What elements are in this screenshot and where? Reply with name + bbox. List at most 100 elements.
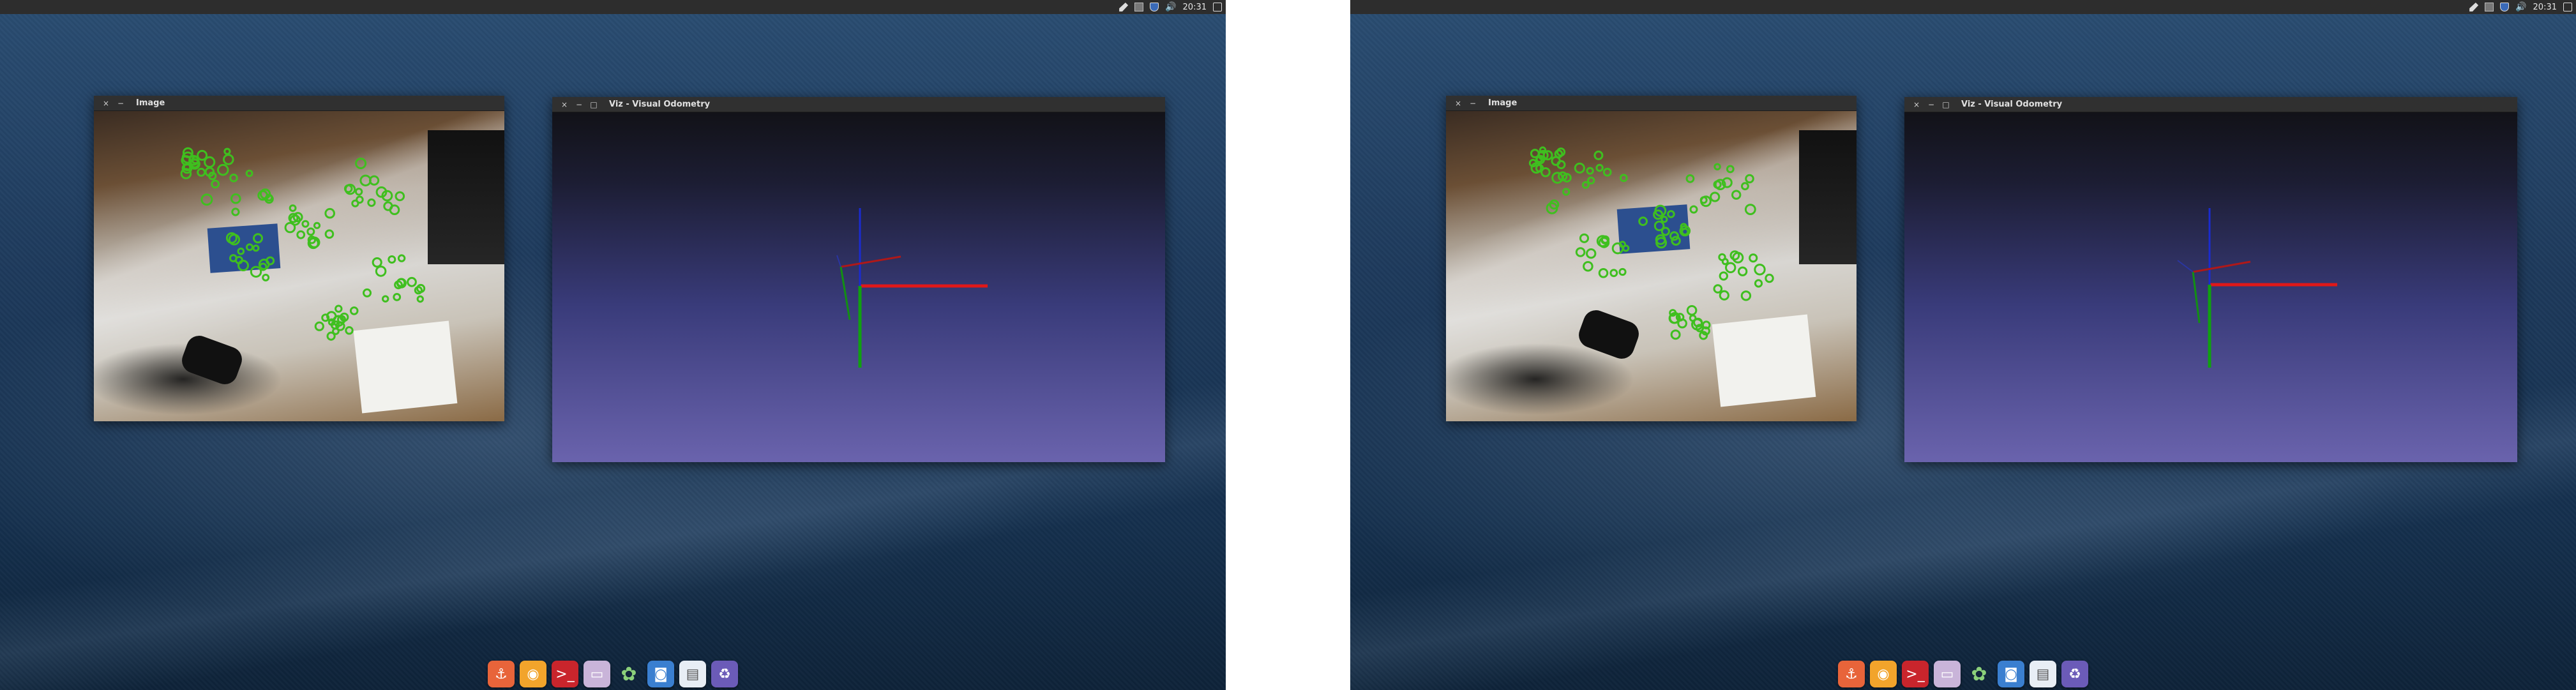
- anchor-icon[interactable]: ⚓: [1838, 661, 1865, 687]
- window-manager-icon[interactable]: ▤: [679, 661, 706, 687]
- camera-icon[interactable]: ◙: [1998, 661, 2024, 687]
- volume-icon[interactable]: 🔊: [2515, 2, 2526, 12]
- anchor-icon[interactable]: ⚓: [488, 661, 515, 687]
- feature-point: [252, 244, 260, 252]
- feature-point: [1719, 271, 1728, 281]
- feature-point: [1718, 253, 1726, 262]
- feature-point: [407, 276, 417, 287]
- feature-point: [1745, 174, 1754, 184]
- clock[interactable]: 20:31: [1183, 3, 1207, 12]
- camera-icon[interactable]: ◙: [647, 661, 674, 687]
- close-button[interactable]: ×: [560, 100, 569, 109]
- camera-frame: [1446, 111, 1857, 421]
- feature-point: [393, 293, 402, 301]
- minimize-button[interactable]: −: [116, 99, 125, 108]
- feature-point: [296, 230, 306, 239]
- minimize-button[interactable]: −: [575, 100, 584, 109]
- feature-point: [246, 243, 253, 251]
- feature-point: [314, 321, 324, 331]
- feature-point: [1671, 236, 1681, 246]
- volume-icon[interactable]: 🔊: [1165, 2, 1176, 12]
- power-icon[interactable]: [1213, 3, 1222, 11]
- image-window-titlebar[interactable]: × − Image: [1446, 96, 1857, 111]
- viz-3d-view[interactable]: [552, 112, 1165, 462]
- feature-point: [1689, 205, 1698, 214]
- feature-point: [230, 193, 241, 204]
- feature-point: [262, 273, 270, 281]
- feature-point: [1710, 191, 1721, 202]
- feature-point: [1731, 190, 1742, 200]
- feature-point: [217, 163, 229, 176]
- feature-point: [1725, 262, 1736, 274]
- files-folder-icon[interactable]: ▭: [1934, 661, 1961, 687]
- feature-point: [313, 221, 321, 229]
- feature-point: [1540, 167, 1551, 177]
- firefox-icon[interactable]: ◉: [520, 661, 546, 687]
- shield-icon[interactable]: [2500, 3, 2510, 11]
- image-window[interactable]: × − Image: [94, 96, 504, 421]
- feature-point: [1638, 216, 1648, 227]
- system-settings-icon[interactable]: ✿: [615, 661, 642, 687]
- feature-point: [1598, 268, 1609, 278]
- maximize-button[interactable]: □: [1941, 100, 1950, 109]
- trash-icon[interactable]: ♻: [2061, 661, 2088, 687]
- feature-point: [349, 306, 359, 315]
- close-button[interactable]: ×: [1912, 100, 1921, 109]
- window-manager-icon[interactable]: ▤: [2030, 661, 2056, 687]
- feature-point: [355, 158, 367, 169]
- feature-point: [321, 313, 330, 322]
- pen-icon[interactable]: [2469, 3, 2479, 11]
- feature-point: [1754, 264, 1766, 276]
- feature-point: [354, 188, 363, 196]
- clock[interactable]: 20:31: [2533, 3, 2557, 12]
- close-button[interactable]: ×: [1454, 99, 1463, 108]
- system-tray: 🔊 20:31: [1119, 0, 1222, 14]
- system-settings-icon[interactable]: ✿: [1966, 661, 1992, 687]
- image-window[interactable]: × − Image: [1446, 96, 1857, 421]
- feature-point: [1611, 242, 1624, 255]
- feature-point: [1609, 269, 1618, 278]
- keyboard-icon[interactable]: [1134, 3, 1144, 11]
- feature-point: [301, 220, 310, 228]
- terminal-icon[interactable]: >_: [552, 661, 578, 687]
- shield-icon[interactable]: [1150, 3, 1159, 11]
- feature-point: [1737, 266, 1748, 276]
- dock: ⚓ ◉ >_ ▭ ✿ ◙ ▤ ♻: [1833, 658, 2093, 690]
- feature-point: [1595, 163, 1604, 172]
- feature-point: [395, 191, 405, 202]
- minimize-button[interactable]: −: [1927, 100, 1936, 109]
- feature-point: [200, 193, 213, 206]
- feature-point: [1618, 241, 1626, 248]
- feature-point: [1661, 216, 1668, 223]
- minimize-button[interactable]: −: [1468, 99, 1477, 108]
- viz-window-titlebar[interactable]: × − □ Viz - Visual Odometry: [552, 97, 1165, 112]
- trash-icon[interactable]: ♻: [711, 661, 738, 687]
- viz-window[interactable]: × − □ Viz - Visual Odometry: [1904, 97, 2517, 462]
- feature-point: [1686, 305, 1698, 316]
- feature-point: [245, 169, 253, 177]
- camera-axis-z: [836, 255, 841, 267]
- feature-point: [211, 179, 220, 189]
- image-window-titlebar[interactable]: × − Image: [94, 96, 504, 111]
- feature-point: [231, 207, 240, 216]
- maximize-button[interactable]: □: [589, 100, 598, 109]
- camera-axis-x: [2192, 260, 2251, 273]
- terminal-icon[interactable]: >_: [1902, 661, 1929, 687]
- firefox-icon[interactable]: ◉: [1870, 661, 1897, 687]
- files-folder-icon[interactable]: ▭: [584, 661, 610, 687]
- viz-window-titlebar[interactable]: × − □ Viz - Visual Odometry: [1904, 97, 2517, 112]
- feature-points: [1528, 146, 1774, 340]
- feature-point: [1685, 174, 1695, 183]
- keyboard-icon[interactable]: [2485, 3, 2494, 11]
- power-icon[interactable]: [2563, 3, 2572, 11]
- top-panel: 🔊 20:31: [0, 0, 1226, 14]
- viz-window[interactable]: × − □ Viz - Visual Odometry: [552, 97, 1165, 462]
- window-title: Viz - Visual Odometry: [609, 100, 711, 109]
- desktop-right: 🔊 20:31 × − Image × − □ Viz - Visual Odo…: [1350, 0, 2576, 690]
- feature-point: [367, 198, 376, 207]
- window-title: Image: [136, 98, 165, 108]
- pen-icon[interactable]: [1119, 3, 1129, 11]
- viz-3d-view[interactable]: [1904, 112, 2517, 462]
- feature-point: [1579, 233, 1590, 243]
- close-button[interactable]: ×: [102, 99, 110, 108]
